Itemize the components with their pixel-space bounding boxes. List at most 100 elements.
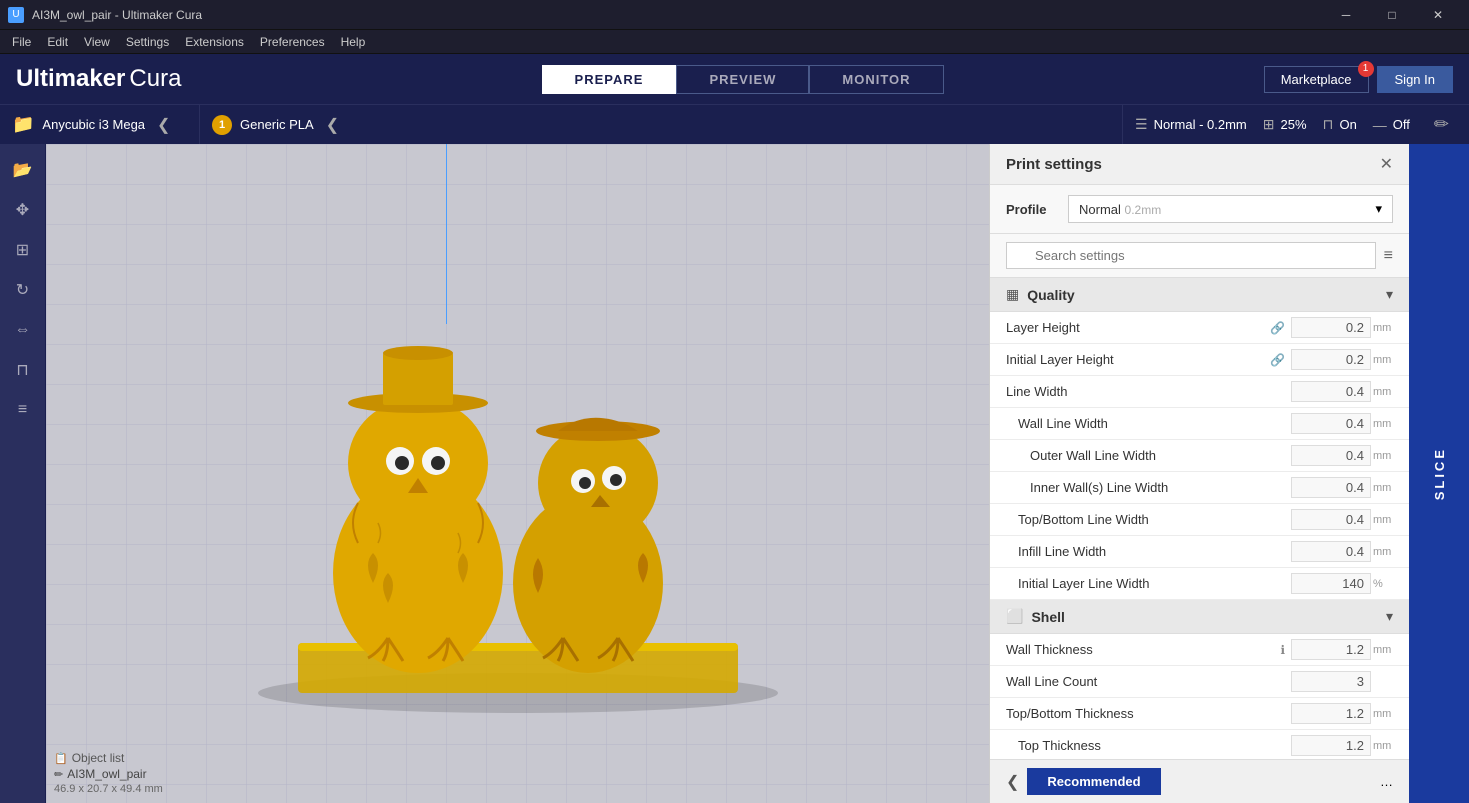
wall-line-width-value[interactable]: 0.4 [1291,413,1371,434]
infill-line-width-value[interactable]: 0.4 [1291,541,1371,562]
search-input[interactable] [1006,242,1376,269]
close-button[interactable]: ✕ [1415,0,1461,30]
infill-line-width-unit: mm [1373,546,1393,558]
profile-select[interactable]: Normal 0.2mm ▾ [1068,195,1393,223]
material-name: Generic PLA [240,117,314,132]
profile-value: Normal - 0.2mm [1154,117,1247,132]
left-toolbar: 📂 ✥ ⊞ ↻ ⇔ ⊓ ≡ [0,144,46,803]
printer-section: 📁 Anycubic i3 Mega ❮ [0,105,200,144]
window-controls: ─ □ ✕ [1323,0,1461,30]
initial-layer-height-row: Initial Layer Height 🔗 0.2 mm [990,344,1409,376]
settings-scroll-area[interactable]: ▦ Quality ▾ Layer Height 🔗 0.2 mm Initia… [990,278,1409,759]
tool-mirror[interactable]: ⇔ [5,312,41,348]
infill-line-width-row: Infill Line Width 0.4 mm [990,536,1409,568]
shell-section-header[interactable]: ⬜ Shell ▾ [990,600,1409,634]
layer-height-row: Layer Height 🔗 0.2 mm [990,312,1409,344]
tool-layers[interactable]: ≡ [5,392,41,428]
menu-file[interactable]: File [4,33,39,51]
tab-prepare[interactable]: PREPARE [542,65,677,94]
shell-chevron-icon: ▾ [1386,608,1393,625]
menu-edit[interactable]: Edit [39,33,76,51]
supports-setting: ⊓ On [1323,116,1357,133]
layer-height-value[interactable]: 0.2 [1291,317,1371,338]
menu-help[interactable]: Help [333,33,374,51]
line-width-value[interactable]: 0.4 [1291,381,1371,402]
wall-thickness-info-icon[interactable]: ℹ [1280,643,1285,657]
quality-chevron-icon: ▾ [1386,286,1393,303]
wall-thickness-value[interactable]: 1.2 [1291,639,1371,660]
recommended-button[interactable]: Recommended [1027,768,1160,795]
object-name: AI3M_owl_pair [67,767,146,781]
object-list-label[interactable]: Object list [72,751,125,765]
initial-layer-height-unit: mm [1373,354,1393,366]
object-dimensions: 46.9 x 20.7 x 49.4 mm [54,783,163,795]
inner-wall-line-width-label: Inner Wall(s) Line Width [1030,480,1291,495]
profile-setting: ☰ Normal - 0.2mm [1135,116,1247,133]
menu-extensions[interactable]: Extensions [177,33,252,51]
quality-section-name: Quality [1027,287,1074,303]
logo: Ultimaker Cura [16,65,181,93]
outer-wall-line-width-row: Outer Wall Line Width 0.4 mm [990,440,1409,472]
tool-move[interactable]: ✥ [5,192,41,228]
top-bottom-line-width-unit: mm [1373,514,1393,526]
inner-wall-line-width-unit: mm [1373,482,1393,494]
material-nav[interactable]: ❮ [322,115,343,135]
top-bottom-thickness-value[interactable]: 1.2 [1291,703,1371,724]
dots-menu-icon[interactable]: … [1380,774,1393,789]
top-thickness-label: Top Thickness [1018,738,1291,753]
top-bottom-line-width-value[interactable]: 0.4 [1291,509,1371,530]
top-bottom-line-width-row: Top/Bottom Line Width 0.4 mm [990,504,1409,536]
signin-button[interactable]: Sign In [1377,66,1453,93]
menu-preferences[interactable]: Preferences [252,33,333,51]
wall-thickness-label: Wall Thickness [1006,642,1280,657]
wall-line-count-row: Wall Line Count 3 [990,666,1409,698]
line-width-unit: mm [1373,386,1393,398]
menu-settings[interactable]: Settings [118,33,177,51]
printer-nav-prev[interactable]: ❮ [153,115,174,135]
quality-section-left: ▦ Quality [1006,286,1075,303]
tool-open[interactable]: 📂 [5,152,41,188]
shell-section-name: Shell [1031,609,1064,625]
tab-monitor[interactable]: MONITOR [809,65,943,94]
panel-close-button[interactable]: ✕ [1380,154,1393,174]
tool-rotate[interactable]: ↻ [5,272,41,308]
settings-menu-icon[interactable]: ≡ [1384,247,1393,265]
tab-preview[interactable]: PREVIEW [676,65,809,94]
recommended-chevron-icon[interactable]: ❮ [1006,772,1019,792]
supports-icon: ⊓ [1323,116,1334,133]
quality-section-header[interactable]: ▦ Quality ▾ [990,278,1409,312]
material-section: 1 Generic PLA ❮ [200,105,1122,144]
nav-right: Marketplace 1 Sign In [1264,66,1453,93]
maximize-button[interactable]: □ [1369,0,1415,30]
layer-height-link-icon[interactable]: 🔗 [1270,321,1285,335]
marketplace-button[interactable]: Marketplace 1 [1264,66,1369,93]
initial-layer-line-width-unit: % [1373,578,1393,590]
wall-line-count-value[interactable]: 3 [1291,671,1371,692]
minimize-button[interactable]: ─ [1323,0,1369,30]
wall-line-width-row: Wall Line Width 0.4 mm [990,408,1409,440]
panel-header: Print settings ✕ [990,144,1409,185]
initial-layer-line-width-value[interactable]: 140 [1291,573,1371,594]
titlebar: U AI3M_owl_pair - Ultimaker Cura ─ □ ✕ [0,0,1469,30]
settings-edit-icon[interactable]: ✏ [1426,114,1457,135]
app-icon: U [8,7,24,23]
logo-ultimaker: Ultimaker [16,65,125,93]
inner-wall-line-width-value[interactable]: 0.4 [1291,477,1371,498]
printer-name: Anycubic i3 Mega [42,117,145,132]
outer-wall-line-width-value[interactable]: 0.4 [1291,445,1371,466]
tool-scale[interactable]: ⊞ [5,232,41,268]
tool-support[interactable]: ⊓ [5,352,41,388]
top-bottom-thickness-label: Top/Bottom Thickness [1006,706,1291,721]
menu-view[interactable]: View [76,33,118,51]
top-thickness-value[interactable]: 1.2 [1291,735,1371,756]
slice-button[interactable]: SLICE [1409,144,1469,803]
3d-viewport[interactable]: 📋 Object list ✏ AI3M_owl_pair 46.9 x 20.… [46,144,989,803]
3d-model-scene [218,263,818,723]
logo-cura: Cura [129,65,181,93]
initial-layer-height-link-icon[interactable]: 🔗 [1270,353,1285,367]
infill-line-width-label: Infill Line Width [1018,544,1291,559]
initial-layer-height-label: Initial Layer Height [1006,352,1270,367]
settings-bar: ☰ Normal - 0.2mm ⊞ 25% ⊓ On — Off ✏ [1122,105,1469,144]
print-settings-panel: Print settings ✕ Profile Normal 0.2mm ▾ … [989,144,1409,803]
initial-layer-height-value[interactable]: 0.2 [1291,349,1371,370]
